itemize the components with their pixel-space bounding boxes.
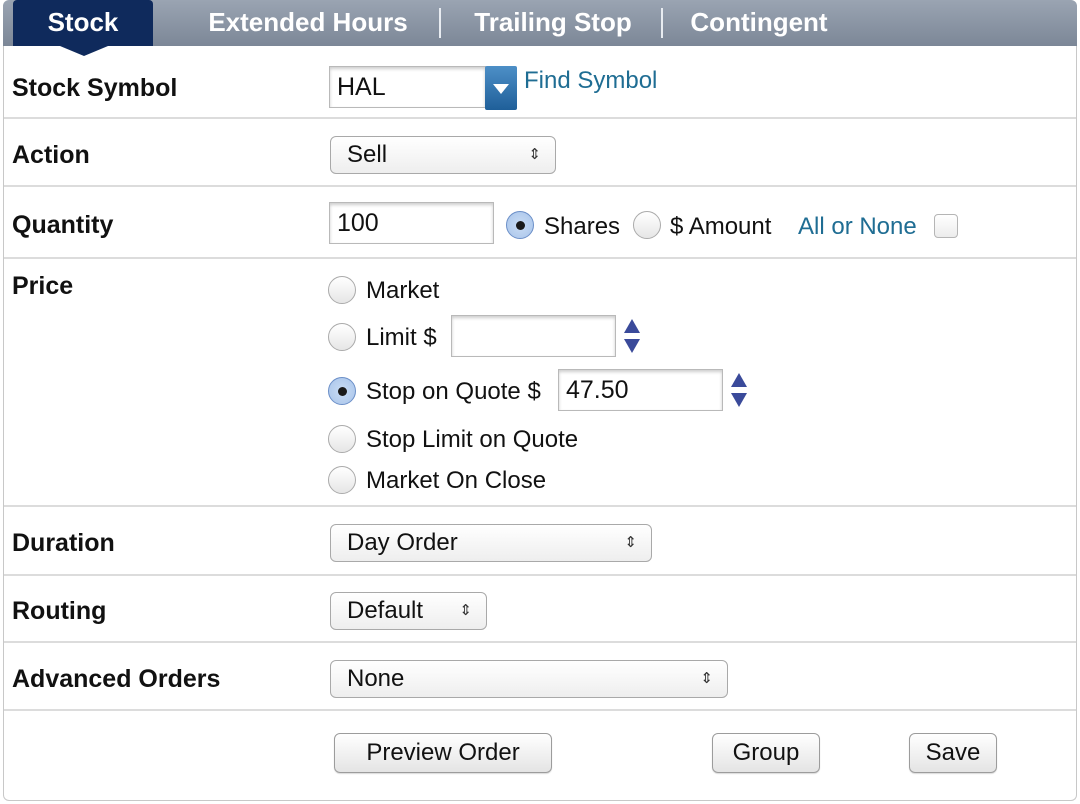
row-duration: Duration Day Order ⇕ bbox=[4, 507, 1076, 576]
order-form: Stock Extended Hours Trailing Stop Conti… bbox=[0, 0, 1080, 804]
row-quantity: Quantity 100 Shares $ Amount All or None bbox=[4, 187, 1076, 259]
chevron-down-icon bbox=[493, 84, 509, 94]
routing-selected-value: Default bbox=[347, 597, 424, 624]
stock-symbol-input[interactable]: HAL bbox=[329, 66, 486, 108]
select-arrows-icon: ⇕ bbox=[624, 534, 637, 551]
stock-symbol-label: Stock Symbol bbox=[12, 74, 178, 102]
quantity-input[interactable]: 100 bbox=[329, 202, 494, 244]
tab-extended-hours[interactable]: Extended Hours bbox=[183, 0, 433, 46]
limit-price-input[interactable] bbox=[451, 315, 616, 357]
find-symbol-link[interactable]: Find Symbol bbox=[524, 67, 657, 95]
price-stop-limit-radio[interactable] bbox=[328, 425, 356, 453]
group-button[interactable]: Group bbox=[712, 733, 820, 773]
stop-price-input[interactable]: 47.50 bbox=[558, 369, 723, 411]
quantity-label: Quantity bbox=[12, 211, 114, 239]
price-limit-radio[interactable] bbox=[328, 323, 356, 351]
tab-separator bbox=[439, 8, 441, 38]
row-routing: Routing Default ⇕ bbox=[4, 576, 1076, 643]
duration-label: Duration bbox=[12, 529, 115, 557]
symbol-dropdown-button[interactable] bbox=[485, 66, 517, 110]
tab-contingent[interactable]: Contingent bbox=[673, 0, 845, 46]
arrow-down-icon bbox=[731, 393, 747, 407]
tab-separator bbox=[661, 8, 663, 38]
all-or-none-checkbox[interactable] bbox=[934, 214, 958, 238]
tab-stock[interactable]: Stock bbox=[13, 0, 153, 46]
stop-price-stepper[interactable] bbox=[729, 371, 749, 411]
all-or-none-link[interactable]: All or None bbox=[798, 213, 917, 241]
price-market-on-close-label: Market On Close bbox=[366, 467, 547, 494]
radio-dot bbox=[516, 221, 525, 230]
tab-trailing-stop[interactable]: Trailing Stop bbox=[449, 0, 657, 46]
duration-select[interactable]: Day Order ⇕ bbox=[330, 524, 652, 562]
routing-select[interactable]: Default ⇕ bbox=[330, 592, 487, 630]
arrow-up-icon bbox=[624, 319, 640, 333]
preview-order-button[interactable]: Preview Order bbox=[334, 733, 552, 773]
price-label: Price bbox=[12, 272, 74, 300]
duration-selected-value: Day Order bbox=[347, 529, 458, 556]
limit-price-stepper[interactable] bbox=[622, 317, 642, 357]
amount-radio[interactable] bbox=[633, 211, 661, 239]
arrow-up-icon bbox=[731, 373, 747, 387]
price-market-radio[interactable] bbox=[328, 276, 356, 304]
advanced-orders-select[interactable]: None ⇕ bbox=[330, 660, 728, 698]
advanced-orders-label: Advanced Orders bbox=[12, 665, 221, 693]
arrow-down-icon bbox=[624, 339, 640, 353]
shares-label: Shares bbox=[544, 213, 621, 240]
save-button[interactable]: Save bbox=[909, 733, 997, 773]
routing-label: Routing bbox=[12, 597, 107, 625]
row-price: Price Market Limit $ Stop on Quote $ 47.… bbox=[4, 259, 1076, 507]
tab-bar: Stock Extended Hours Trailing Stop Conti… bbox=[3, 0, 1077, 46]
price-market-on-close-radio[interactable] bbox=[328, 466, 356, 494]
row-action: Action Sell ⇕ bbox=[4, 119, 1076, 187]
select-arrows-icon: ⇕ bbox=[528, 146, 541, 163]
action-select[interactable]: Sell ⇕ bbox=[330, 136, 556, 174]
row-stock-symbol: Stock Symbol HAL Find Symbol bbox=[4, 46, 1076, 119]
form-panel: Stock Symbol HAL Find Symbol Action Sell… bbox=[3, 46, 1077, 801]
action-selected-value: Sell bbox=[347, 141, 388, 168]
shares-radio[interactable] bbox=[506, 211, 534, 239]
price-stop-limit-label: Stop Limit on Quote bbox=[366, 426, 579, 453]
action-label: Action bbox=[12, 141, 90, 169]
advanced-orders-selected-value: None bbox=[347, 665, 405, 692]
price-limit-label: Limit $ bbox=[366, 324, 437, 351]
radio-dot bbox=[338, 387, 347, 396]
amount-label: $ Amount bbox=[670, 213, 772, 240]
row-advanced-orders: Advanced Orders None ⇕ bbox=[4, 643, 1076, 711]
price-stop-quote-label: Stop on Quote $ bbox=[366, 378, 541, 405]
price-market-label: Market bbox=[366, 277, 440, 304]
select-arrows-icon: ⇕ bbox=[700, 670, 713, 687]
price-stop-quote-radio[interactable] bbox=[328, 377, 356, 405]
select-arrows-icon: ⇕ bbox=[459, 602, 472, 619]
